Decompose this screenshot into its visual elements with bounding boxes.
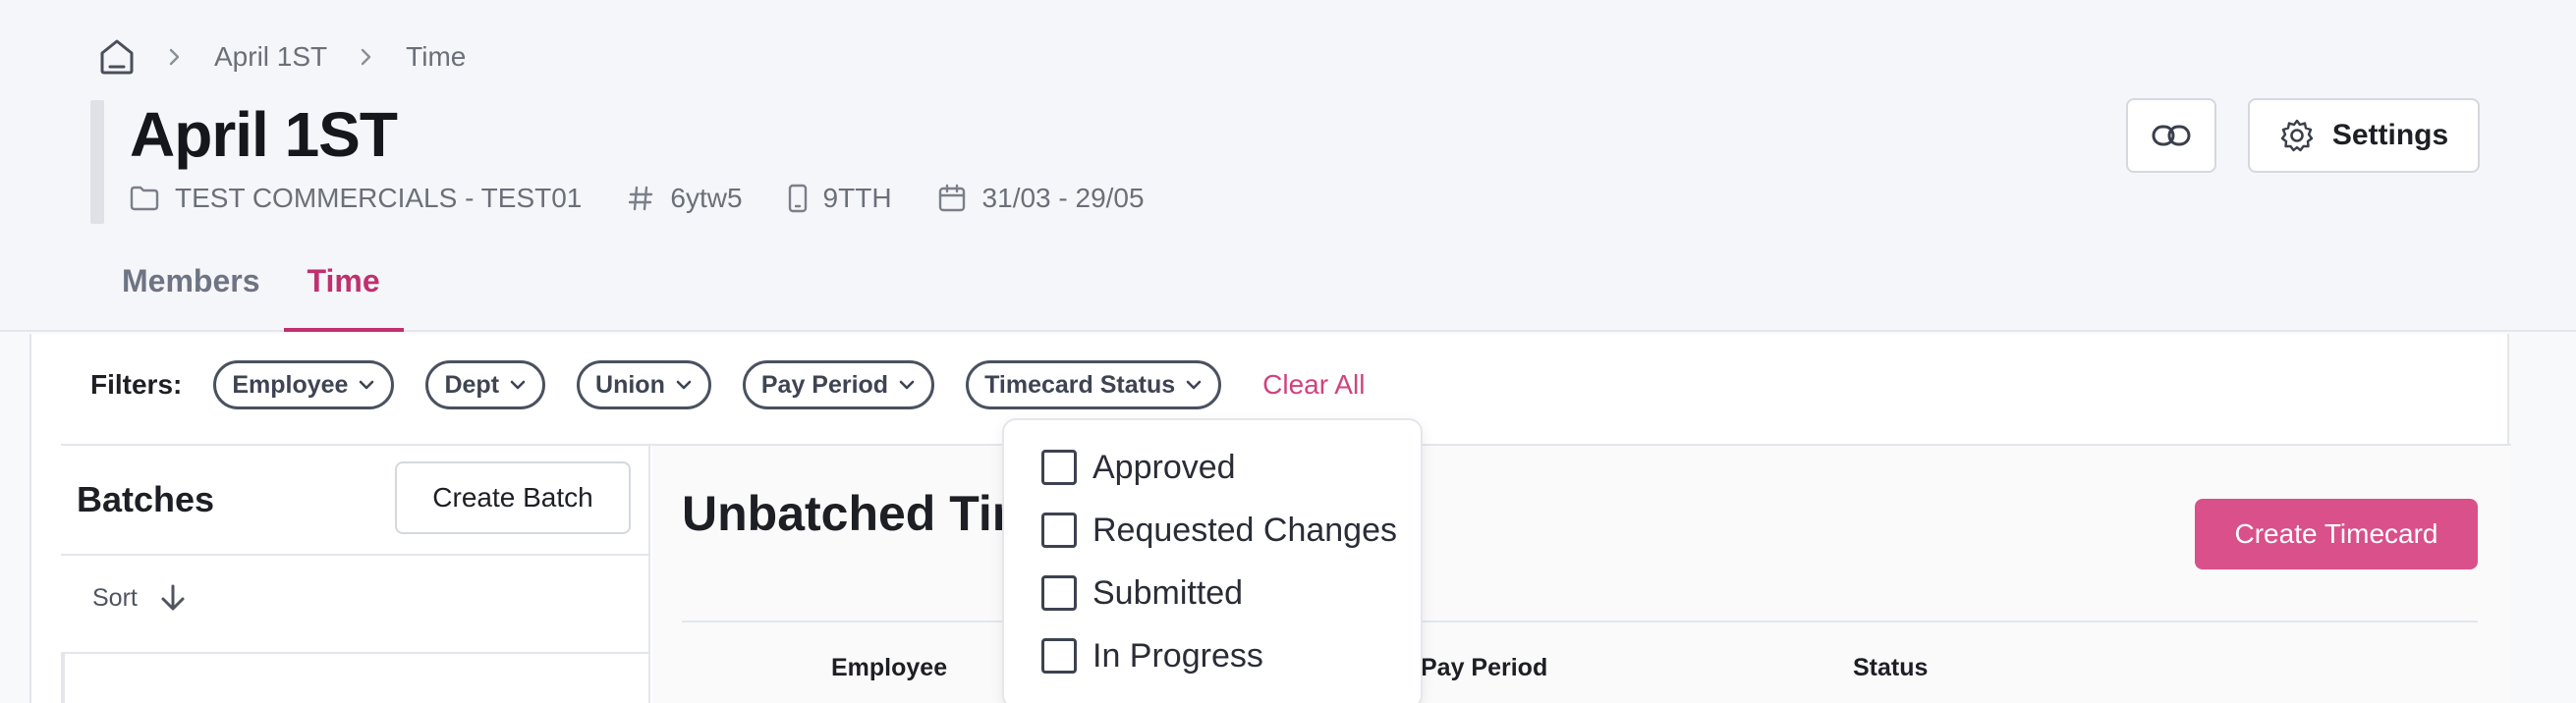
status-option-in-progress[interactable]: In Progress [1041,636,1263,676]
filters-label: Filters: [90,369,183,400]
gear-icon [2279,118,2315,153]
filter-dept[interactable]: Dept [425,360,546,409]
meta-project-text: TEST COMMERCIALS - TEST01 [175,183,583,213]
filter-chip-label: Dept [444,370,500,399]
phone-icon [788,184,808,213]
option-label: Requested Changes [1092,511,1398,549]
meta-code: 6ytw5 [627,183,743,214]
sort-control[interactable]: Sort [92,583,187,613]
list-edge [61,654,65,703]
option-label: In Progress [1092,636,1263,675]
column-header-status[interactable]: Status [1853,654,1928,682]
status-option-requested-changes[interactable]: Requested Changes [1041,511,1397,550]
meta-project: TEST COMMERCIALS - TEST01 [130,183,582,214]
chevron-down-icon [675,376,693,394]
breadcrumb: April 1ST Time [98,35,466,79]
project-meta: TEST COMMERCIALS - TEST01 6ytw5 9TTH 31/… [130,177,1190,220]
filter-pay-period[interactable]: Pay Period [742,360,935,409]
meta-dates: 31/03 - 29/05 [937,183,1145,214]
batches-title: Batches [77,479,215,519]
chevron-down-icon [898,376,916,394]
folder-icon [130,186,159,211]
meta-code-text: 6ytw5 [670,183,743,213]
divider [61,554,650,556]
hash-icon [627,185,654,212]
chevron-down-icon [358,376,375,394]
calendar-icon [937,184,967,213]
home-icon[interactable] [98,37,136,77]
meta-dates-text: 31/03 - 29/05 [981,183,1145,213]
chevron-down-icon [509,376,527,394]
breadcrumb-item-project[interactable]: April 1ST [214,41,327,73]
checkbox[interactable] [1041,638,1077,674]
divider [682,621,2478,622]
sort-label: Sort [92,583,138,612]
status-option-approved[interactable]: Approved [1041,448,1236,487]
option-label: Approved [1092,448,1236,486]
meta-phone-text: 9TTH [822,183,892,213]
timecard-status-dropdown: Approved Requested Changes Submitted In … [1002,418,1423,703]
filter-chip-label: Union [595,370,665,399]
filter-bar: Filters: Employee Dept Union Pay Period … [90,359,1365,410]
filter-chip-label: Pay Period [760,370,889,399]
breadcrumb-item-current: Time [406,41,467,72]
settings-button[interactable]: Settings [2248,98,2480,173]
settings-button-label: Settings [2331,119,2449,151]
option-label: Submitted [1092,573,1244,612]
meta-phone: 9TTH [788,183,892,214]
filter-chip-label: Employee [232,370,349,399]
arrow-down-icon [159,583,187,613]
filter-timecard-status[interactable]: Timecard Status [966,360,1222,409]
checkbox[interactable] [1041,450,1077,485]
title-accent-bar [90,100,104,224]
tab-time[interactable]: Time [283,247,404,332]
page-title: April 1ST [130,99,398,170]
create-batch-button[interactable]: Create Batch [395,461,631,534]
chevron-down-icon [1185,376,1203,394]
page-header: April 1ST Time April 1ST TEST COMMERCIAL… [0,0,2576,332]
filter-chip-label: Timecard Status [984,370,1176,399]
column-header-pay-period[interactable]: Pay Period [1421,654,1547,682]
checkbox[interactable] [1041,575,1077,611]
link-icon [2152,124,2191,147]
column-header-employee[interactable]: Employee [831,654,947,682]
checkbox[interactable] [1041,513,1077,548]
filter-union[interactable]: Union [577,360,711,409]
chevron-right-icon [165,47,185,67]
tab-members[interactable]: Members [98,247,284,332]
copy-link-button[interactable] [2126,98,2216,173]
clear-all-link[interactable]: Clear All [1262,369,1365,401]
create-timecard-button[interactable]: Create Timecard [2195,499,2478,569]
tab-bar: Members Time [98,247,404,332]
batches-panel: Batches Create Batch Sort [61,446,650,703]
unbatched-timecards-panel: Unbatched Timecards Create Timecard Empl… [652,446,2509,703]
divider [61,652,650,654]
filter-employee[interactable]: Employee [213,360,395,409]
chevron-right-icon [357,47,376,67]
status-option-submitted[interactable]: Submitted [1041,573,1243,613]
